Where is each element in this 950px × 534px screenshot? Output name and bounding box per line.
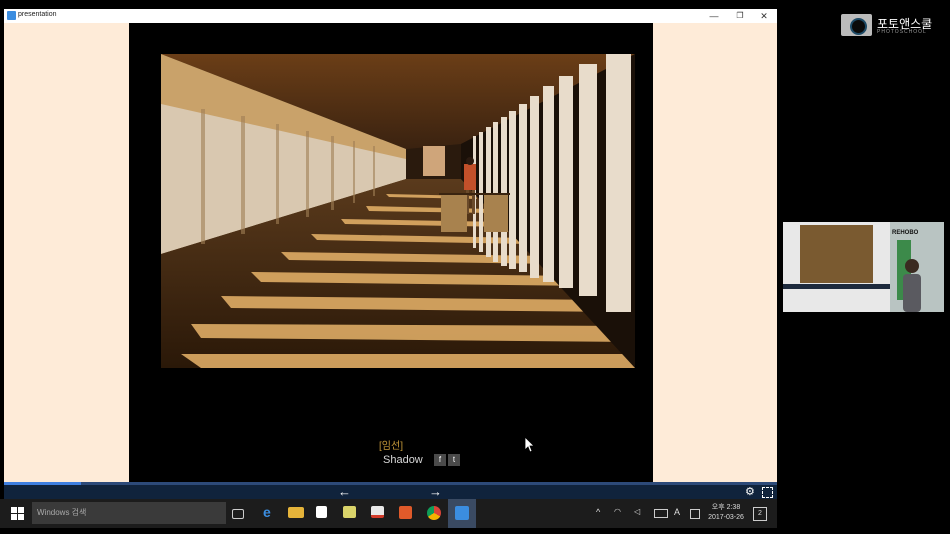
presentation-window: presentation — ❐ ✕ [임선] Shadow f t ← → ⚙ [4,9,777,499]
active-app-icon [455,506,469,520]
close-button[interactable]: ✕ [751,9,777,23]
store-icon[interactable] [316,506,327,518]
fullscreen-icon[interactable] [762,487,773,498]
pip-projected-screen [783,222,890,312]
file-explorer-icon[interactable] [288,507,304,518]
taskbar-search-input[interactable]: Windows 검색 [32,502,226,524]
ime-mode-icon[interactable] [690,509,700,519]
camera-icon [841,14,872,36]
window-title: presentation [18,11,57,18]
taskbar-clock[interactable]: 오후 2:38 2017-03-26 [705,503,747,523]
slide: [임선] Shadow f t [129,23,653,482]
settings-icon[interactable]: ⚙ [745,486,755,498]
twitter-icon[interactable]: t [448,454,460,466]
pip-sign-text: REHOBO [892,230,919,236]
slide-photo [161,54,635,368]
volume-icon[interactable]: ◁ [634,507,640,516]
task-view-icon[interactable] [232,509,244,519]
logo-subtitle: PHOTOSCHOOL [877,29,927,35]
previous-slide-button[interactable]: ← [338,485,351,499]
next-slide-button[interactable]: → [429,485,442,499]
presenter-figure [903,259,921,312]
presentation-content: [임선] Shadow f t [4,23,777,482]
ime-indicator[interactable]: A [674,507,680,517]
active-app-highlight[interactable] [448,499,476,528]
mouse-cursor-icon [525,437,535,453]
caption-title: [임선] [379,441,403,452]
edge-icon[interactable]: e [260,504,276,520]
app-orange-icon[interactable] [399,506,412,519]
start-button[interactable] [11,507,24,520]
chrome-icon[interactable] [427,506,441,520]
webcam-pip: REHOBO [783,222,944,312]
app-red-icon[interactable] [371,506,384,518]
sticky-notes-icon[interactable] [343,506,356,518]
pip-photo [800,225,873,283]
pip-nav-bar [783,284,890,289]
windows-taskbar: Windows 검색 e ^ ◠ ◁ A 오후 2:38 2017-03-26 … [0,499,777,528]
presentation-nav-bar: ← → ⚙ [4,485,777,499]
caption-subtitle: Shadow [383,454,423,466]
clock-date: 2017-03-26 [708,514,744,521]
clock-time: 오후 2:38 [711,504,741,511]
title-bar: presentation — ❐ ✕ [4,9,777,24]
maximize-button[interactable]: ❐ [727,9,753,23]
minimize-button[interactable]: — [701,9,727,23]
tray-chevron-icon[interactable]: ^ [596,507,600,517]
network-icon[interactable]: ◠ [614,507,621,516]
keyboard-icon[interactable] [654,509,668,518]
notification-center-icon[interactable]: 2 [753,507,767,521]
camera-lens [850,18,867,35]
photoschool-logo: 포토앤스쿨 PHOTOSCHOOL [841,14,945,38]
svg-text:e: e [263,504,271,520]
facebook-icon[interactable]: f [434,454,446,466]
app-icon [7,11,16,20]
